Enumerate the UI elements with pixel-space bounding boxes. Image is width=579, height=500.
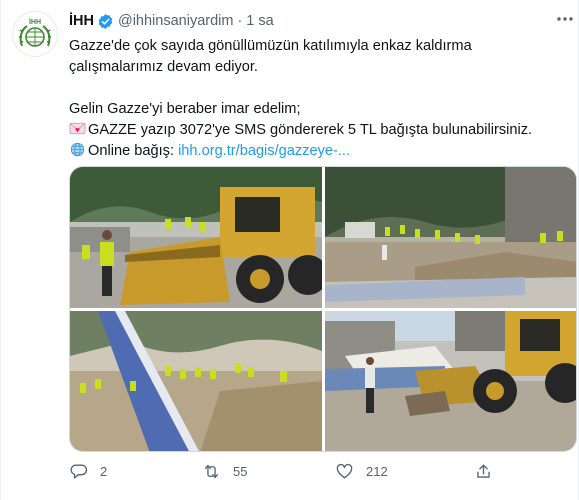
reply-icon xyxy=(70,464,88,479)
header-separator: · xyxy=(237,13,243,29)
donation-link[interactable]: ihh.org.tr/bagis/gazzeye-... xyxy=(178,143,350,159)
like-button[interactable]: 212 xyxy=(335,462,388,481)
avatar[interactable]: İHH xyxy=(12,11,58,57)
tweet-header: İHH @ihhinsaniyardim · 1 sa xyxy=(69,11,274,31)
photo-2[interactable] xyxy=(325,167,576,308)
retweet-icon xyxy=(204,464,219,479)
author-name[interactable]: İHH xyxy=(69,13,94,29)
reply-count: 2 xyxy=(100,464,108,479)
ihh-logo-icon: İHH xyxy=(13,12,57,56)
tweet-text: Gazze'de çok sayıda gönüllümüzün katılım… xyxy=(69,36,569,162)
tweet-timestamp[interactable]: 1 sa xyxy=(246,13,273,29)
tweet-card[interactable]: İHH İHH @ihhinsaniyardim · 1 sa Gazze'de… xyxy=(0,0,579,500)
tweet-line-3-text: GAZZE yazıp 3072'ye SMS göndererek 5 TL … xyxy=(88,122,533,138)
more-options-icon[interactable] xyxy=(555,12,575,30)
tweet-line-1: Gazze'de çok sayıda gönüllümüzün katılım… xyxy=(69,38,472,75)
share-icon xyxy=(477,464,490,478)
photo-3[interactable] xyxy=(70,311,322,451)
reply-button[interactable]: 2 xyxy=(69,462,107,481)
online-donation-label: Online bağış: xyxy=(88,143,174,159)
svg-text:İHH: İHH xyxy=(29,18,41,26)
like-icon xyxy=(336,463,353,479)
globe-icon xyxy=(70,142,85,157)
photo-4[interactable] xyxy=(325,311,576,451)
tweet-line-3: GAZZE yazıp 3072'ye SMS göndererek 5 TL … xyxy=(69,120,569,141)
love-letter-icon xyxy=(69,122,86,135)
retweet-count: 55 xyxy=(233,464,248,479)
media-grid xyxy=(69,166,577,452)
tweet-line-2: Gelin Gazze'yi beraber imar edelim; xyxy=(69,101,301,117)
retweet-button[interactable]: 55 xyxy=(202,462,247,481)
author-handle[interactable]: @ihhinsaniyardim xyxy=(118,13,233,29)
tweet-actions: 2 55 212 xyxy=(69,458,529,486)
photo-1[interactable] xyxy=(70,167,322,308)
tweet-line-4: Online bağış: ihh.org.tr/bagis/gazzeye-.… xyxy=(69,141,569,162)
like-count: 212 xyxy=(366,464,388,479)
share-button[interactable] xyxy=(474,462,505,481)
verified-badge-icon xyxy=(98,13,113,29)
